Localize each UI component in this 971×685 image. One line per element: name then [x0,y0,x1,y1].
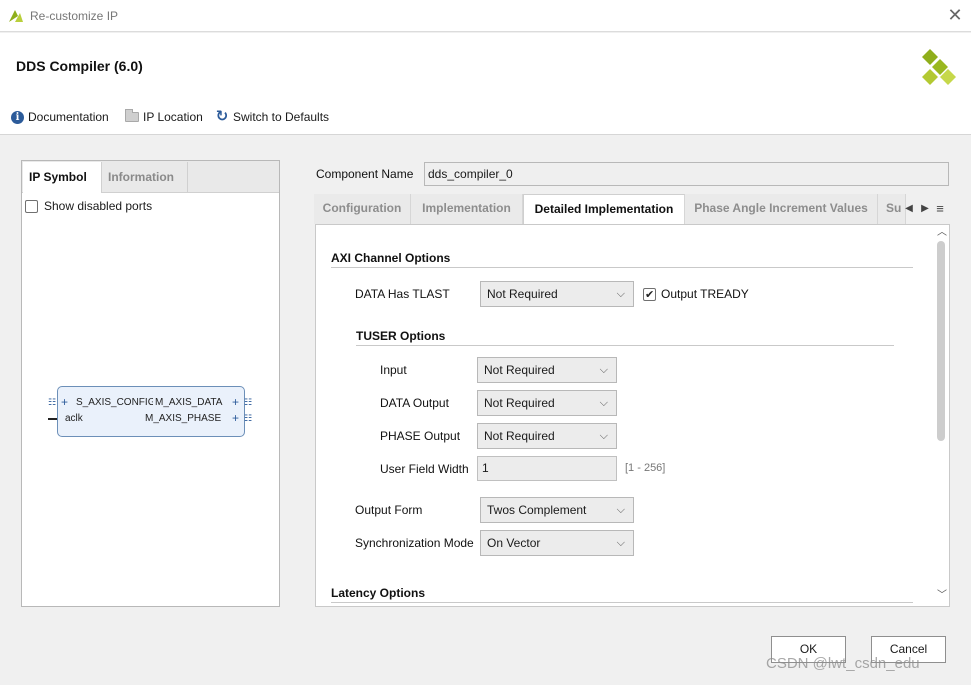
tab-ip-symbol[interactable]: IP Symbol [23,162,102,193]
title-bar: Re-customize IP ✕ [0,0,971,32]
sync-mode-value: On Vector [487,536,541,550]
data-output-select[interactable]: Not Required ⌵ [477,390,617,416]
phase-output-value: Not Required [484,429,555,443]
folder-icon [125,109,139,122]
tab-scroll-right-icon[interactable]: ▶ [918,200,932,218]
output-tready-checkbox[interactable] [643,287,656,301]
switch-defaults-button[interactable]: ↻ Switch to Defaults [215,109,329,125]
data-output-value: Not Required [484,396,555,410]
data-has-tlast-label: DATA Has TLAST [355,287,450,301]
input-label: Input [380,363,407,377]
data-output-label: DATA Output [380,396,449,410]
bus-connector-icon: ☷ [244,397,252,407]
sync-mode-label: Synchronization Mode [355,536,474,550]
axi-channel-options-title: AXI Channel Options [331,251,451,265]
output-tready-row[interactable]: Output TREADY [643,287,749,301]
plus-icon: + [61,395,69,409]
xilinx-logo-icon [922,49,956,85]
sync-mode-select[interactable]: On Vector ⌵ [480,530,634,556]
output-form-select[interactable]: Twos Complement ⌵ [480,497,634,523]
chevron-down-icon: ⌵ [599,364,608,376]
config-tab-bar: Configuration Implementation Detailed Im… [314,194,950,224]
data-has-tlast-select[interactable]: Not Required ⌵ [480,281,634,307]
toolbar: i Documentation IP Location ↻ Switch to … [0,99,971,135]
component-name-label: Component Name [316,167,414,181]
port-m-axis-phase: M_AXIS_PHASE [145,413,222,424]
left-tab-bar: IP Symbol Information [22,161,279,193]
window-title: Re-customize IP [30,9,119,23]
chevron-down-icon: ⌵ [599,397,608,409]
tuser-options-title: TUSER Options [356,329,446,343]
documentation-label: Documentation [28,110,109,124]
output-form-label: Output Form [355,503,423,517]
user-field-width-range: [1 - 256] [625,462,666,474]
data-has-tlast-value: Not Required [487,287,558,301]
tab-scroll-left-icon[interactable]: ◀ [902,200,916,218]
section-divider [331,602,913,603]
output-tready-label: Output TREADY [661,287,749,301]
tab-menu-icon[interactable]: ≡ [933,200,947,218]
documentation-button[interactable]: i Documentation [11,109,109,125]
port-aclk: aclk [65,413,83,424]
tab-implementation[interactable]: Implementation [411,194,523,224]
tab-detailed-implementation[interactable]: Detailed Implementation [523,194,685,224]
vivado-logo-icon [9,10,23,22]
section-divider [331,267,913,268]
info-icon: i [11,110,24,124]
chevron-down-icon: ⌵ [616,288,625,300]
clock-pin-line [48,418,57,420]
tab-phase-angle-increment-values[interactable]: Phase Angle Increment Values [685,194,878,224]
ip-location-button[interactable]: IP Location [125,109,203,125]
output-form-value: Twos Complement [487,503,587,517]
phase-output-select[interactable]: Not Required ⌵ [477,423,617,449]
ip-symbol-block: S_AXIS_CONFIG aclk M_AXIS_DATA M_AXIS_PH… [57,386,245,437]
tab-configuration[interactable]: Configuration [314,194,411,224]
input-select[interactable]: Not Required ⌵ [477,357,617,383]
component-name-input[interactable]: dds_compiler_0 [424,162,949,186]
phase-output-label: PHASE Output [380,429,461,443]
bus-connector-icon: ☷ [48,397,56,407]
scroll-up-icon[interactable]: ︿ [935,226,949,240]
user-field-width-label: User Field Width [380,462,469,476]
bus-connector-icon: ☷ [244,413,252,423]
tab-information[interactable]: Information [102,162,188,193]
user-field-width-input[interactable]: 1 [477,456,617,481]
show-disabled-ports-checkbox[interactable] [25,199,38,213]
input-value: Not Required [484,363,555,377]
refresh-icon: ↻ [215,108,229,125]
port-m-axis-data: M_AXIS_DATA [153,397,223,408]
ip-header: DDS Compiler (6.0) [0,33,971,99]
chevron-down-icon: ⌵ [599,430,608,442]
detailed-implementation-panel: AXI Channel Options DATA Has TLAST Not R… [315,224,950,607]
switch-defaults-label: Switch to Defaults [233,110,330,124]
port-s-axis-config: S_AXIS_CONFIG [76,397,156,408]
watermark: CSDN @lwt_csdn_edu [766,655,920,672]
section-divider [356,345,894,346]
plus-icon: + [232,411,240,425]
chevron-down-icon: ⌵ [616,504,625,516]
show-disabled-ports-label: Show disabled ports [44,199,153,213]
ip-symbol-panel: IP Symbol Information Show disabled port… [21,160,280,607]
close-icon[interactable]: ✕ [944,5,966,27]
plus-icon: + [232,395,240,409]
scroll-down-icon[interactable]: ﹀ [935,589,949,603]
scroll-thumb[interactable] [937,241,945,441]
show-disabled-ports-row[interactable]: Show disabled ports [25,199,152,213]
chevron-down-icon: ⌵ [616,537,625,549]
latency-options-title: Latency Options [331,586,426,600]
ip-location-label: IP Location [143,110,203,124]
ip-title: DDS Compiler (6.0) [16,58,143,74]
